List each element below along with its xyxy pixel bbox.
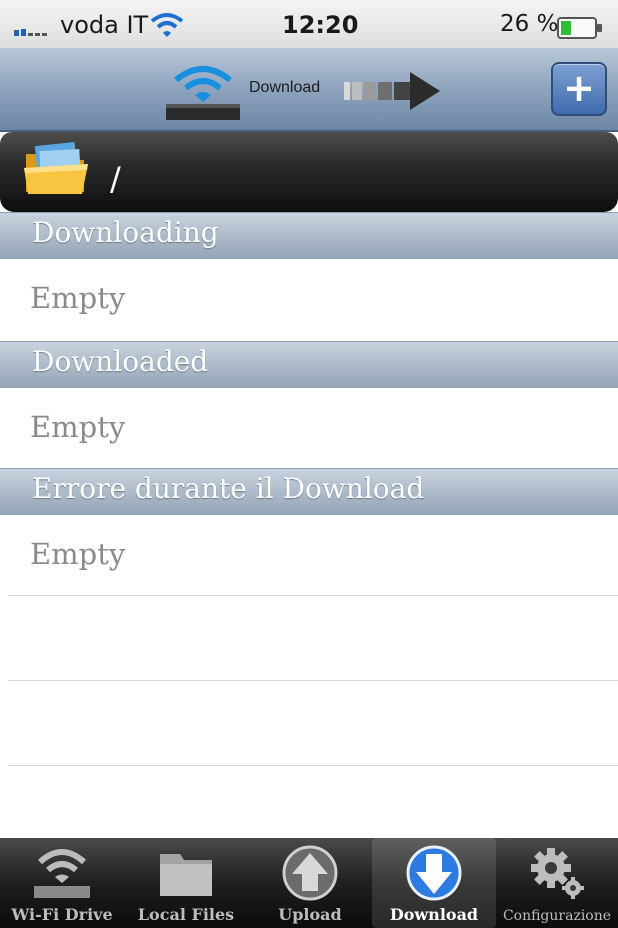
- current-path: /: [110, 160, 121, 198]
- row-divider: [8, 595, 618, 596]
- list-item[interactable]: Empty: [0, 259, 618, 341]
- section-header-downloading: Downloading: [0, 212, 618, 260]
- signal-strength-icon: [14, 29, 47, 36]
- empty-label: Empty: [30, 537, 126, 571]
- nav-title: Download: [249, 79, 321, 96]
- wifi-icon: [150, 13, 184, 37]
- section-header-errors: Errore durante il Download: [0, 468, 618, 516]
- section-title: Downloaded: [32, 345, 209, 378]
- wifi-drive-logo-icon: [166, 66, 240, 120]
- clock: 12:20: [282, 11, 359, 39]
- empty-label: Empty: [30, 410, 126, 444]
- navigation-bar: Download +: [0, 48, 618, 132]
- tab-label: Download: [389, 905, 479, 924]
- tab-label: Wi-Fi Drive: [11, 905, 113, 924]
- list-item[interactable]: Empty: [0, 388, 618, 468]
- carrier-name: voda IT: [60, 11, 149, 39]
- download-arrow-icon: [406, 845, 462, 901]
- arrow-right-icon: [344, 72, 440, 110]
- status-bar: voda IT 12:20 26 %: [0, 0, 618, 48]
- gears-icon: [531, 848, 584, 899]
- folder-path-bar: /: [0, 132, 618, 212]
- section-title: Downloading: [32, 216, 219, 249]
- open-folder-icon: [24, 141, 88, 194]
- screen: voda IT 12:20 26 % Download + / Download…: [0, 0, 618, 928]
- battery-percent: 26 %: [500, 11, 559, 37]
- tab-upload[interactable]: Upload: [248, 838, 372, 928]
- section-header-downloaded: Downloaded: [0, 341, 618, 389]
- empty-label: Empty: [30, 281, 126, 315]
- wifi-drive-icon: [34, 849, 90, 898]
- tab-local-files[interactable]: Local Files: [124, 838, 248, 928]
- tab-wifi-drive[interactable]: Wi-Fi Drive: [0, 838, 124, 928]
- battery-icon: [557, 17, 602, 39]
- tab-label: Configurazione: [502, 908, 612, 924]
- row-divider: [8, 680, 618, 681]
- add-button[interactable]: +: [551, 62, 607, 116]
- row-divider: [8, 765, 618, 766]
- upload-arrow-icon: [282, 845, 338, 901]
- section-title: Errore durante il Download: [32, 472, 425, 505]
- tab-label: Upload: [278, 905, 342, 924]
- tab-bar: Wi-Fi Drive Local Files Upload Download: [0, 838, 618, 928]
- folder-icon: [160, 854, 212, 896]
- tab-download[interactable]: Download: [372, 838, 496, 928]
- list-item[interactable]: Empty: [0, 515, 618, 595]
- tab-label: Local Files: [137, 905, 235, 924]
- tab-configurazione[interactable]: Configurazione: [496, 838, 618, 928]
